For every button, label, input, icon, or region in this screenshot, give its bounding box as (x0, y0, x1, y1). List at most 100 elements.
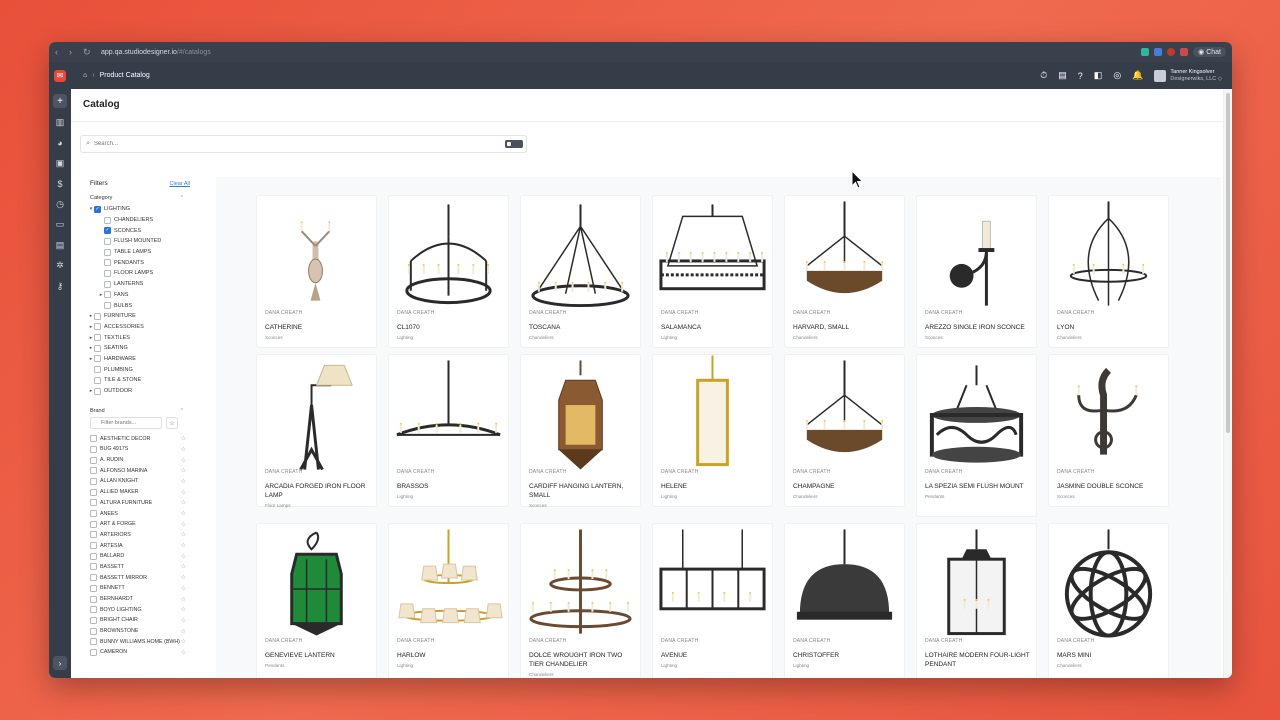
product-image[interactable] (785, 524, 904, 642)
brand-item[interactable]: BERNHARDT ☆ (80, 594, 192, 605)
product-name[interactable]: TOSCANA Chandeliers (529, 324, 637, 341)
forward-icon[interactable]: › (69, 47, 77, 57)
brand-checkbox[interactable] (90, 563, 97, 571)
user-menu[interactable]: Tanner Kingsolver Designerwiks, LLC ◇ (1154, 69, 1222, 82)
category-item[interactable]: FLUSH MOUNTED (80, 236, 192, 247)
brand-checkbox[interactable] (90, 542, 97, 550)
product-name[interactable]: HARVARD, SMALL Chandeliers (793, 324, 901, 341)
brand-item[interactable]: BUG 4917S ☆ (80, 444, 192, 455)
category-item[interactable]: TABLE LAMPS (80, 247, 192, 258)
extension-icon[interactable] (1141, 48, 1150, 56)
product-card[interactable]: DANA CREATH GENEVIEVE LANTERN Pendants (256, 523, 377, 678)
brand-item[interactable]: ART & FORGE ☆ (80, 519, 192, 530)
brand-item[interactable]: ARTESIA ☆ (80, 540, 192, 551)
product-image[interactable] (257, 524, 376, 642)
product-name[interactable]: DOLCE WROUGHT IRON TWO TIER CHANDELIER Ch… (529, 652, 637, 678)
chevron-up-icon[interactable]: ⌃ (180, 195, 184, 201)
category-checkbox[interactable] (104, 269, 111, 277)
star-icon[interactable]: ☆ (181, 649, 186, 656)
dollar-icon[interactable]: $ (57, 174, 62, 195)
brand-checkbox[interactable] (90, 467, 97, 475)
category-item[interactable]: CHANDELIERS (80, 215, 192, 226)
brand-checkbox[interactable] (90, 488, 97, 496)
category-item[interactable]: PLUMBING (80, 364, 192, 375)
star-icon[interactable]: ☆ (181, 638, 186, 645)
product-card[interactable]: DANA CREATH CL1070 Lighting (388, 195, 509, 348)
scrollbar[interactable] (1223, 89, 1232, 678)
brand-item[interactable]: CAMERON ☆ (80, 647, 192, 658)
product-card[interactable]: DANA CREATH SALAMANCA Lighting (652, 195, 773, 348)
product-name[interactable]: LOTHAIRE MODERN FOUR-LIGHT PENDANT (925, 652, 1033, 672)
product-card[interactable]: DANA CREATH LOTHAIRE MODERN FOUR-LIGHT PE… (916, 523, 1037, 678)
category-checkbox[interactable] (94, 366, 101, 374)
star-icon[interactable]: ☆ (181, 521, 186, 528)
catalog-icon[interactable]: ▥ (56, 112, 65, 133)
add-icon[interactable]: + (53, 94, 67, 108)
product-image[interactable] (917, 524, 1036, 642)
product-name[interactable]: HELENE Lighting (661, 483, 769, 500)
category-checkbox[interactable] (104, 280, 111, 288)
product-name[interactable]: CL1070 Lighting (397, 324, 505, 341)
product-name[interactable]: AVENUE Lighting (661, 652, 769, 669)
product-card[interactable]: DANA CREATH MARS MINI Chandeliers (1048, 523, 1169, 678)
favorites-filter-icon[interactable]: ☆ (166, 417, 178, 430)
product-card[interactable]: DANA CREATH JASMINE DOUBLE SCONCE Sconces (1048, 354, 1169, 507)
messages-icon[interactable]: ▤ (1058, 70, 1067, 81)
product-card[interactable]: DANA CREATH HELENE Lighting (652, 354, 773, 507)
product-card[interactable]: DANA CREATH ARCADIA FORGED IRON FLOOR LAM… (256, 354, 377, 509)
product-image[interactable] (653, 355, 772, 473)
history-icon[interactable]: ◷ (56, 194, 64, 215)
product-card[interactable]: DANA CREATH HARLOW Lighting (388, 523, 509, 678)
app-logo-icon[interactable]: ✉ (54, 69, 66, 82)
product-name[interactable]: CHRISTOFFER Lighting (793, 652, 901, 669)
star-icon[interactable]: ☆ (181, 446, 186, 453)
category-checkbox[interactable] (104, 216, 111, 224)
product-image[interactable] (257, 355, 376, 473)
product-card[interactable]: DANA CREATH HARVARD, SMALL Chandeliers (784, 195, 905, 348)
star-icon[interactable]: ☆ (181, 478, 186, 485)
brand-item[interactable]: ALTURA FURNITURE ☆ (80, 498, 192, 509)
product-card[interactable]: DANA CREATH LA SPEZIA SEMI FLUSH MOUNT Pen… (916, 354, 1037, 517)
brand-item[interactable]: ALLAN KNIGHT ☆ (80, 476, 192, 487)
brand-item[interactable]: BASSETT ☆ (80, 562, 192, 573)
layout-icon[interactable]: ◧ (1094, 70, 1103, 81)
category-item[interactable]: BULBS (80, 300, 192, 311)
product-name[interactable]: HARLOW Lighting (397, 652, 505, 669)
card-icon[interactable]: ▭ (56, 215, 65, 236)
record-icon[interactable] (1167, 48, 1176, 56)
category-checkbox[interactable] (94, 312, 101, 320)
category-checkbox[interactable] (104, 248, 111, 256)
product-image[interactable] (257, 196, 376, 314)
product-name[interactable]: ARCADIA FORGED IRON FLOOR LAMP Floor Lamp… (265, 483, 373, 509)
product-image[interactable] (1049, 524, 1168, 642)
brand-item[interactable]: BASSETT MIRROR ☆ (80, 572, 192, 583)
star-icon[interactable]: ☆ (181, 574, 186, 581)
category-checkbox[interactable] (94, 355, 101, 363)
product-image[interactable] (653, 196, 772, 314)
product-image[interactable] (521, 355, 640, 473)
brand-checkbox[interactable] (90, 456, 97, 464)
brand-checkbox[interactable] (90, 638, 97, 646)
star-icon[interactable]: ☆ (181, 435, 186, 442)
brand-checkbox[interactable] (90, 552, 97, 560)
brand-checkbox[interactable] (90, 510, 97, 518)
back-icon[interactable]: ‹ (55, 47, 63, 57)
category-item[interactable]: TILE & STONE (80, 375, 192, 386)
star-icon[interactable]: ☆ (181, 467, 186, 474)
brand-checkbox[interactable] (90, 595, 97, 603)
product-card[interactable]: DANA CREATH LYON Chandeliers (1048, 195, 1169, 348)
category-item[interactable]: ▸ OUTDOOR (80, 386, 192, 397)
product-card[interactable]: DANA CREATH CATHERINE Sconces (256, 195, 377, 348)
star-icon[interactable]: ☆ (181, 606, 186, 613)
product-name[interactable]: CHAMPAGNE Chandeliers (793, 483, 901, 500)
brand-item[interactable]: ANEES ☆ (80, 508, 192, 519)
product-name[interactable]: CATHERINE Sconces (265, 324, 373, 341)
clear-all-link[interactable]: Clear All (170, 181, 190, 187)
product-name[interactable]: JASMINE DOUBLE SCONCE Sconces (1057, 483, 1165, 500)
category-checkbox[interactable] (94, 376, 101, 384)
category-item[interactable]: LANTERNS (80, 279, 192, 290)
star-icon[interactable]: ☆ (181, 510, 186, 517)
product-name[interactable]: AREZZO SINGLE IRON SCONCE Sconces (925, 324, 1033, 341)
brand-item[interactable]: BENNETT ☆ (80, 583, 192, 594)
category-item[interactable]: ▾ ✓ LIGHTING (80, 204, 192, 215)
